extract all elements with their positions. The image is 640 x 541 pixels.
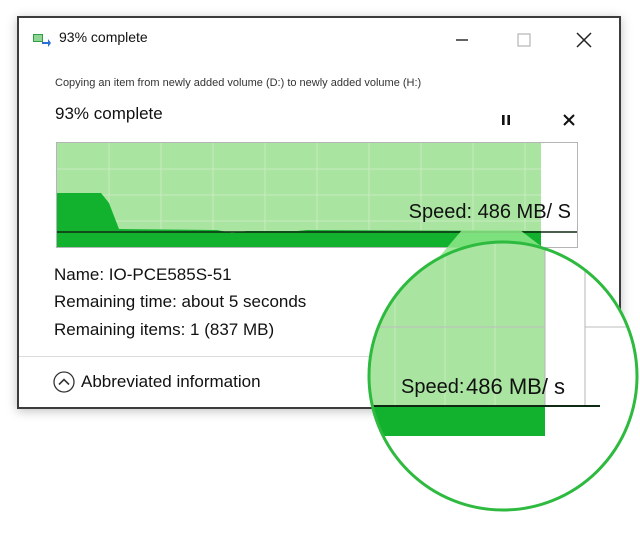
chevron-up-circle-icon [53, 371, 75, 393]
speed-label: Speed: 486 MB/ S [408, 201, 571, 223]
title-bar[interactable]: 93% complete [19, 18, 619, 62]
minimize-button[interactable] [439, 24, 485, 56]
maximize-button[interactable] [501, 24, 547, 56]
copy-progress-window: 93% complete Copying an item from newly … [17, 16, 621, 409]
cancel-transfer-button[interactable] [556, 108, 582, 132]
percent-complete: 93% complete [55, 104, 163, 123]
close-icon [563, 114, 575, 126]
copy-transfer-icon [33, 34, 51, 47]
abbreviated-information-toggle[interactable]: Abbreviated information [53, 371, 261, 393]
close-icon [576, 32, 592, 48]
speed-graph: Speed: 486 MB/ S [56, 142, 578, 248]
close-window-button[interactable] [561, 24, 607, 56]
item-name: Name: IO-PCE585S-51 [54, 265, 232, 284]
window-title: 93% complete [59, 29, 148, 45]
remaining-time: Remaining time: about 5 seconds [54, 292, 307, 311]
pause-button[interactable] [493, 108, 519, 132]
transfer-description: Copying an item from newly added volume … [55, 77, 422, 89]
maximize-icon [517, 33, 531, 47]
speed-graph-canvas [57, 143, 577, 247]
abbreviated-information-label: Abbreviated information [81, 372, 261, 391]
remaining-items: Remaining items: 1 (837 MB) [54, 320, 275, 339]
minimize-icon [456, 39, 468, 41]
pause-icon [502, 115, 510, 125]
details-footer: Abbreviated information [19, 356, 619, 407]
